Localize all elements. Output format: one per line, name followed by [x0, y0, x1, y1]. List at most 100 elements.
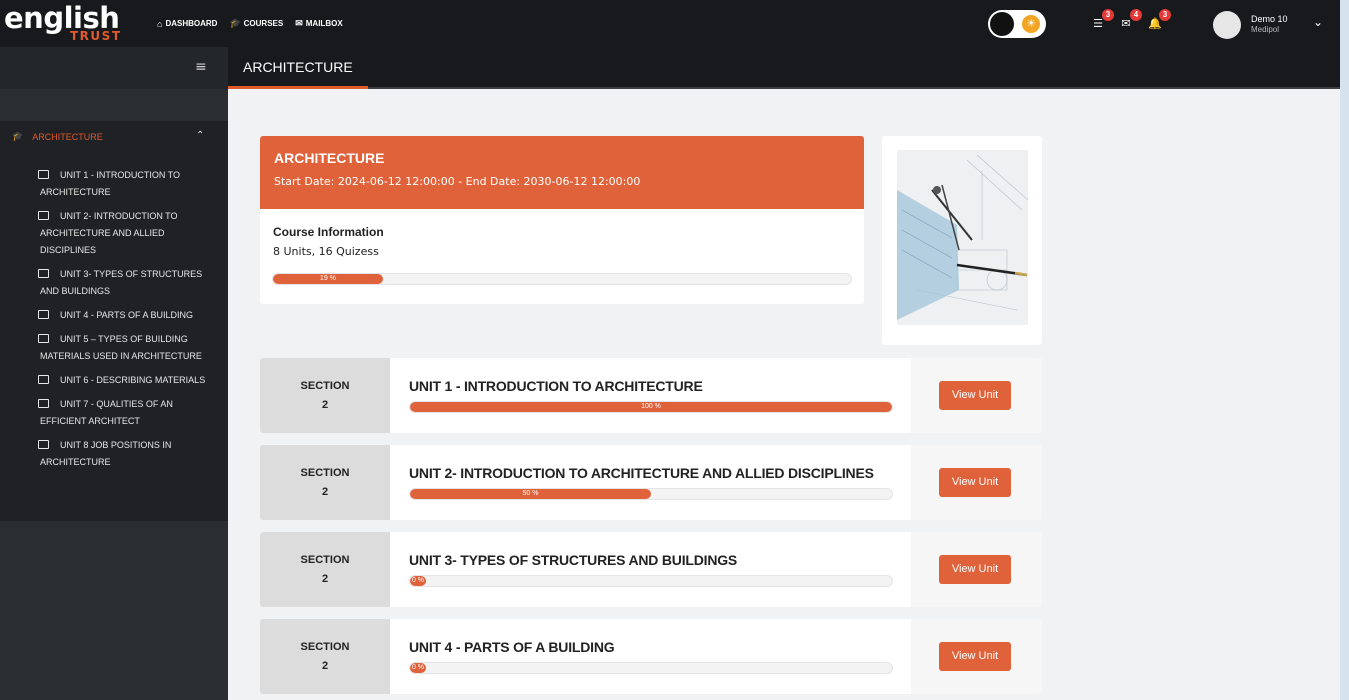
messages-badge: 4 [1130, 9, 1142, 21]
unit-action-panel: View Unit [911, 358, 1042, 433]
sidebar-item-unit-3[interactable]: UNIT 3- TYPES OF STRUCTURES AND BUILDING… [0, 266, 228, 307]
course-image [897, 150, 1028, 325]
alerts-badge: 3 [1159, 9, 1171, 21]
unit-progress-fill: 0 % [410, 576, 426, 586]
sub-navbar: ≡ ARCHITECTURE [0, 47, 1340, 89]
unit-row: SECTION 2 UNIT 1 - INTRODUCTION TO ARCHI… [260, 358, 1042, 433]
unit-section: SECTION 2 [260, 532, 390, 607]
book-icon [38, 440, 49, 449]
logo-sub-text: TRUST [70, 29, 122, 43]
book-icon [38, 334, 49, 343]
unit-row: SECTION 2 UNIT 4 - PARTS OF A BUILDING 0… [260, 619, 1042, 694]
section-number: 2 [321, 486, 329, 498]
course-dates: Start Date: 2024-06-12 12:00:00 - End Da… [274, 175, 641, 188]
sidebar-course-heading[interactable]: 🎓 ARCHITECTURE [12, 131, 103, 142]
course-units-summary: 8 Units, 16 Quizess [273, 245, 379, 258]
sidebar-unit-list: UNIT 1 - INTRODUCTION TO ARCHITECTURE UN… [0, 167, 228, 478]
chevron-down-icon[interactable]: ⌄ [1313, 15, 1323, 29]
unit-progress-bar: 0 % [409, 575, 893, 587]
sidebar-course-title: ARCHITECTURE [32, 131, 103, 142]
unit-row: SECTION 2 UNIT 2- INTRODUCTION TO ARCHIT… [260, 445, 1042, 520]
view-unit-button[interactable]: View Unit [939, 468, 1011, 497]
course-title: ARCHITECTURE [274, 150, 385, 166]
nav-courses-label: COURSES [243, 19, 284, 28]
graduation-cap-icon: 🎓 [12, 131, 24, 141]
unit-title: UNIT 2- INTRODUCTION TO ARCHITECTURE AND… [409, 465, 874, 481]
course-card: ARCHITECTURE Start Date: 2024-06-12 12:0… [260, 136, 864, 304]
book-icon [38, 375, 49, 384]
sidebar-item-unit-4[interactable]: UNIT 4 - PARTS OF A BUILDING [0, 307, 228, 331]
section-label: SECTION [300, 467, 350, 479]
sidebar-item-unit-5[interactable]: UNIT 5 – TYPES OF BUILDING MATERIALS USE… [0, 331, 228, 372]
user-org: Medipol [1251, 25, 1280, 34]
nav-courses[interactable]: 🎓 COURSES [229, 18, 283, 29]
tasks-notification[interactable]: ☰ 3 [1089, 9, 1114, 33]
unit-section: SECTION 2 [260, 619, 390, 694]
unit-progress-fill: 0 % [410, 663, 426, 673]
unit-section: SECTION 2 [260, 445, 390, 520]
avatar[interactable] [1213, 11, 1241, 39]
section-number: 2 [321, 399, 329, 411]
tasks-badge: 3 [1102, 9, 1114, 21]
unit-progress-bar: 100 % [409, 401, 893, 413]
alerts-notification[interactable]: 🔔 3 [1146, 9, 1171, 33]
messages-notification[interactable]: ✉ 4 [1117, 9, 1142, 33]
top-navbar: english TRUST ⌂ DASHBOARD 🎓 COURSES ✉ MA… [0, 0, 1340, 47]
home-icon: ⌂ [157, 18, 163, 29]
section-label: SECTION [300, 380, 350, 392]
list-icon: ☰ [1093, 17, 1103, 30]
unit-action-panel: View Unit [911, 445, 1042, 520]
unit-section: SECTION 2 [260, 358, 390, 433]
unit-action-panel: View Unit [911, 532, 1042, 607]
unit-progress-fill: 50 % [410, 489, 651, 499]
view-unit-button[interactable]: View Unit [939, 381, 1011, 410]
section-number: 2 [321, 660, 329, 672]
course-image-card [882, 136, 1042, 345]
book-icon [38, 211, 49, 220]
sidebar-item-unit-8[interactable]: UNIT 8 JOB POSITIONS IN ARCHITECTURE [0, 437, 228, 478]
nav-dashboard-label: DASHBOARD [165, 19, 218, 28]
sidebar-item-unit-7[interactable]: UNIT 7 - QUALITIES OF AN EFFICIENT ARCHI… [0, 396, 228, 437]
section-label: SECTION [300, 641, 350, 653]
course-header: ARCHITECTURE Start Date: 2024-06-12 12:0… [260, 136, 864, 209]
nav-mailbox[interactable]: ✉ MAILBOX [295, 18, 342, 29]
view-unit-button[interactable]: View Unit [939, 555, 1011, 584]
section-number: 2 [321, 573, 329, 585]
sidebar-item-unit-2[interactable]: UNIT 2- INTRODUCTION TO ARCHITECTURE AND… [0, 208, 228, 266]
main-content: ARCHITECTURE Start Date: 2024-06-12 12:0… [228, 89, 1340, 700]
sidebar-course-menu: 🎓 ARCHITECTURE ⌃ UNIT 1 - INTRODUCTION T… [0, 121, 228, 521]
tab-architecture[interactable]: ARCHITECTURE [228, 47, 368, 89]
unit-progress-bar: 0 % [409, 662, 893, 674]
sidebar-header: ≡ [0, 47, 228, 89]
course-progress-bar: 19 % [272, 273, 852, 285]
book-icon [38, 399, 49, 408]
logo[interactable]: english TRUST [4, 1, 130, 45]
unit-title: UNIT 4 - PARTS OF A BUILDING [409, 639, 615, 655]
unit-title: UNIT 1 - INTRODUCTION TO ARCHITECTURE [409, 378, 703, 394]
unit-row: SECTION 2 UNIT 3- TYPES OF STRUCTURES AN… [260, 532, 1042, 607]
unit-progress-bar: 50 % [409, 488, 893, 500]
theme-toggle[interactable]: ☀ [988, 10, 1046, 38]
user-name: Demo 10 [1251, 14, 1288, 24]
book-icon [38, 310, 49, 319]
sun-icon: ☀ [1022, 15, 1040, 33]
book-icon [38, 269, 49, 278]
sidebar: 🎓 ARCHITECTURE ⌃ UNIT 1 - INTRODUCTION T… [0, 89, 228, 700]
sidebar-item-unit-6[interactable]: UNIT 6 - DESCRIBING MATERIALS [0, 372, 228, 396]
unit-action-panel: View Unit [911, 619, 1042, 694]
course-progress-fill: 19 % [273, 274, 383, 284]
chevron-up-icon[interactable]: ⌃ [196, 130, 204, 141]
nav-mailbox-label: MAILBOX [305, 19, 343, 28]
toggle-knob [990, 12, 1014, 36]
course-info-title: Course Information [273, 225, 384, 239]
unit-progress-fill: 100 % [410, 402, 892, 412]
graduation-cap-icon: 🎓 [229, 18, 241, 28]
book-icon [38, 170, 49, 179]
unit-title: UNIT 3- TYPES OF STRUCTURES AND BUILDING… [409, 552, 738, 568]
view-unit-button[interactable]: View Unit [939, 642, 1011, 671]
mail-icon: ✉ [295, 18, 303, 28]
main-nav: ⌂ DASHBOARD 🎓 COURSES ✉ MAILBOX [157, 18, 343, 29]
sidebar-item-unit-1[interactable]: UNIT 1 - INTRODUCTION TO ARCHITECTURE [0, 167, 228, 208]
hamburger-menu-icon[interactable]: ≡ [195, 59, 207, 75]
nav-dashboard[interactable]: ⌂ DASHBOARD [157, 18, 217, 29]
